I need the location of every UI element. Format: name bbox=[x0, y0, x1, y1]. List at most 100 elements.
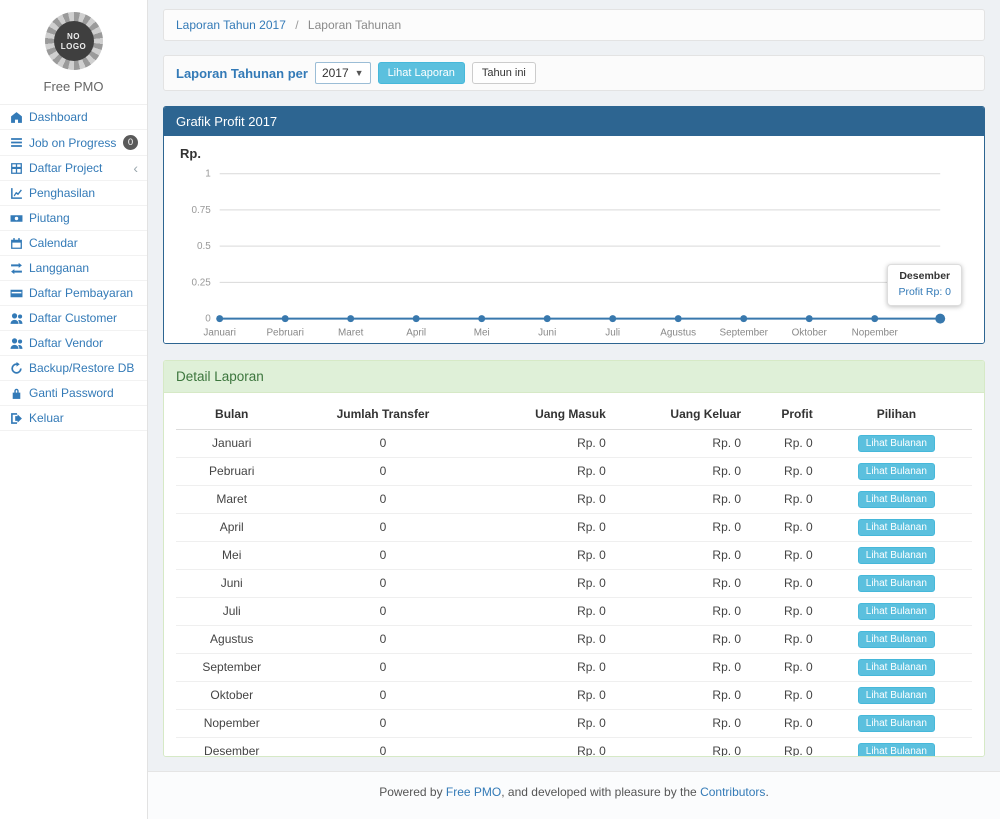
uang-keluar-cell: Rp. 0 bbox=[614, 597, 749, 625]
profit-cell: Rp. 0 bbox=[749, 625, 821, 653]
sidebar-item-job-on-progress[interactable]: Job on Progress0 bbox=[0, 130, 147, 156]
chevron-left-icon: ‹ bbox=[133, 162, 138, 174]
lihat-bulanan-button[interactable]: Lihat Bulanan bbox=[858, 575, 935, 592]
tahun-ini-button[interactable]: Tahun ini bbox=[472, 62, 536, 84]
contributors-link[interactable]: Contributors bbox=[700, 785, 765, 799]
lihat-bulanan-button[interactable]: Lihat Bulanan bbox=[858, 715, 935, 732]
detail-panel: Detail Laporan BulanJumlah TransferUang … bbox=[163, 360, 985, 757]
uang-masuk-cell: Rp. 0 bbox=[478, 513, 613, 541]
svg-text:1: 1 bbox=[205, 169, 211, 180]
sidebar-item-label: Calendar bbox=[29, 236, 78, 250]
jumlah-transfer-cell: 0 bbox=[287, 485, 478, 513]
month-cell: Agustus bbox=[176, 625, 287, 653]
jumlah-transfer-cell: 0 bbox=[287, 653, 478, 681]
uang-masuk-cell: Rp. 0 bbox=[478, 457, 613, 485]
jumlah-transfer-cell: 0 bbox=[287, 597, 478, 625]
svg-text:Nopember: Nopember bbox=[852, 327, 899, 338]
sidebar-item-daftar-pembayaran[interactable]: Daftar Pembayaran bbox=[0, 281, 147, 306]
month-cell: September bbox=[176, 653, 287, 681]
free-pmo-link[interactable]: Free PMO bbox=[446, 785, 501, 799]
sidebar-item-label: Ganti Password bbox=[29, 386, 114, 400]
lihat-bulanan-button[interactable]: Lihat Bulanan bbox=[858, 743, 935, 757]
sidebar: NO LOGO Free PMO DashboardJob on Progres… bbox=[0, 0, 148, 819]
sidebar-item-calendar[interactable]: Calendar bbox=[0, 231, 147, 256]
logout-icon bbox=[9, 412, 23, 425]
lihat-bulanan-button[interactable]: Lihat Bulanan bbox=[858, 463, 935, 480]
lihat-bulanan-button[interactable]: Lihat Bulanan bbox=[858, 519, 935, 536]
lihat-bulanan-button[interactable]: Lihat Bulanan bbox=[858, 435, 935, 452]
lihat-bulanan-button[interactable]: Lihat Bulanan bbox=[858, 687, 935, 704]
dashboard-icon bbox=[9, 111, 23, 124]
profit-cell: Rp. 0 bbox=[749, 597, 821, 625]
logo-line2: LOGO bbox=[61, 42, 87, 51]
month-cell: Juni bbox=[176, 569, 287, 597]
users-icon bbox=[9, 312, 23, 325]
lihat-bulanan-button[interactable]: Lihat Bulanan bbox=[858, 547, 935, 564]
tooltip-title: Desember bbox=[898, 269, 951, 285]
sidebar-item-label: Job on Progress bbox=[29, 136, 116, 150]
profit-cell: Rp. 0 bbox=[749, 709, 821, 737]
svg-text:September: September bbox=[719, 327, 768, 338]
profit-chart-svg: 00.250.50.751JanuariPebruariMaretAprilMe… bbox=[178, 163, 970, 344]
sidebar-item-daftar-vendor[interactable]: Daftar Vendor bbox=[0, 331, 147, 356]
breadcrumb-link[interactable]: Laporan Tahun 2017 bbox=[176, 18, 286, 32]
money-icon bbox=[9, 212, 23, 225]
jumlah-transfer-cell: 0 bbox=[287, 457, 478, 485]
year-select[interactable]: 2017 ▼ bbox=[315, 62, 371, 84]
sidebar-item-daftar-customer[interactable]: Daftar Customer bbox=[0, 306, 147, 331]
table-row: Oktober0Rp. 0Rp. 0Rp. 0Lihat Bulanan bbox=[176, 681, 972, 709]
report-table: BulanJumlah TransferUang MasukUang Kelua… bbox=[176, 399, 972, 757]
table-row: Maret0Rp. 0Rp. 0Rp. 0Lihat Bulanan bbox=[176, 485, 972, 513]
lihat-bulanan-button[interactable]: Lihat Bulanan bbox=[858, 659, 935, 676]
svg-text:April: April bbox=[406, 327, 426, 338]
action-cell: Lihat Bulanan bbox=[821, 485, 972, 513]
uang-masuk-cell: Rp. 0 bbox=[478, 597, 613, 625]
lihat-bulanan-button[interactable]: Lihat Bulanan bbox=[858, 603, 935, 620]
action-cell: Lihat Bulanan bbox=[821, 653, 972, 681]
lihat-bulanan-button[interactable]: Lihat Bulanan bbox=[858, 491, 935, 508]
sidebar-item-label: Piutang bbox=[29, 211, 70, 225]
sidebar-item-backup-restore-db[interactable]: Backup/Restore DB bbox=[0, 356, 147, 381]
action-cell: Lihat Bulanan bbox=[821, 541, 972, 569]
profit-cell: Rp. 0 bbox=[749, 653, 821, 681]
sidebar-item-keluar[interactable]: Keluar bbox=[0, 406, 147, 431]
action-cell: Lihat Bulanan bbox=[821, 737, 972, 757]
lihat-laporan-button[interactable]: Lihat Laporan bbox=[378, 62, 465, 84]
table-row: Agustus0Rp. 0Rp. 0Rp. 0Lihat Bulanan bbox=[176, 625, 972, 653]
profit-cell: Rp. 0 bbox=[749, 513, 821, 541]
sidebar-item-ganti-password[interactable]: Ganti Password bbox=[0, 381, 147, 406]
tasks-icon bbox=[9, 136, 23, 149]
sidebar-item-dashboard[interactable]: Dashboard bbox=[0, 105, 147, 130]
sidebar-item-daftar-project[interactable]: Daftar Project‹ bbox=[0, 156, 147, 181]
sidebar-item-penghasilan[interactable]: Penghasilan bbox=[0, 181, 147, 206]
breadcrumb: Laporan Tahun 2017 / Laporan Tahunan bbox=[163, 9, 985, 41]
column-header-uang-keluar: Uang Keluar bbox=[614, 399, 749, 430]
svg-text:Juli: Juli bbox=[605, 327, 620, 338]
jumlah-transfer-cell: 0 bbox=[287, 429, 478, 457]
filter-label: Laporan Tahunan per bbox=[176, 66, 308, 81]
uang-masuk-cell: Rp. 0 bbox=[478, 485, 613, 513]
lihat-bulanan-button[interactable]: Lihat Bulanan bbox=[858, 631, 935, 648]
sidebar-item-piutang[interactable]: Piutang bbox=[0, 206, 147, 231]
caret-down-icon: ▼ bbox=[355, 68, 364, 78]
month-cell: Desember bbox=[176, 737, 287, 757]
uang-masuk-cell: Rp. 0 bbox=[478, 541, 613, 569]
year-select-value: 2017 bbox=[322, 66, 349, 80]
month-cell: Mei bbox=[176, 541, 287, 569]
table-row: April0Rp. 0Rp. 0Rp. 0Lihat Bulanan bbox=[176, 513, 972, 541]
sidebar-item-langganan[interactable]: Langganan bbox=[0, 256, 147, 281]
profit-cell: Rp. 0 bbox=[749, 681, 821, 709]
table-row: Juni0Rp. 0Rp. 0Rp. 0Lihat Bulanan bbox=[176, 569, 972, 597]
breadcrumb-current: Laporan Tahunan bbox=[308, 18, 401, 32]
uang-masuk-cell: Rp. 0 bbox=[478, 709, 613, 737]
month-cell: Maret bbox=[176, 485, 287, 513]
uang-masuk-cell: Rp. 0 bbox=[478, 569, 613, 597]
column-header-uang-masuk: Uang Masuk bbox=[478, 399, 613, 430]
no-logo-text: NO LOGO bbox=[54, 21, 94, 61]
action-cell: Lihat Bulanan bbox=[821, 597, 972, 625]
jumlah-transfer-cell: 0 bbox=[287, 569, 478, 597]
logo-line1: NO bbox=[67, 32, 80, 41]
chart-tooltip: Desember Profit Rp: 0 bbox=[887, 264, 962, 306]
uang-keluar-cell: Rp. 0 bbox=[614, 569, 749, 597]
app-name: Free PMO bbox=[0, 79, 147, 94]
